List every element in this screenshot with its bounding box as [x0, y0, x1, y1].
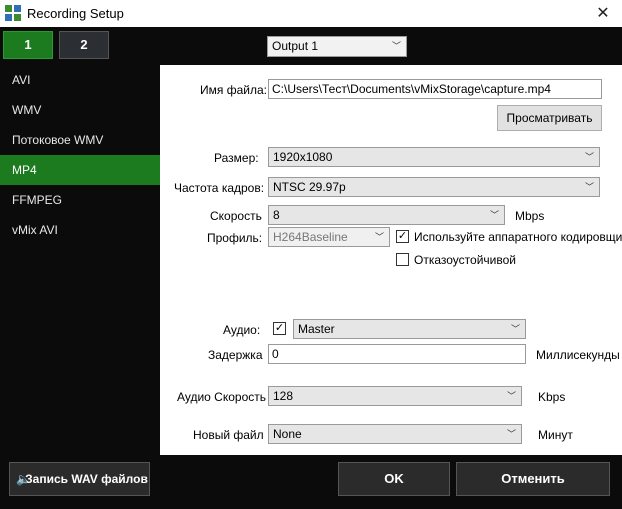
format-item-avi[interactable]: AVI [0, 65, 160, 95]
tab-output-1[interactable]: 1 [3, 31, 53, 59]
audio-source-value: Master [298, 322, 335, 336]
close-icon[interactable]: ✕ [584, 0, 622, 27]
bitrate-select[interactable]: 8 ﹀ [268, 205, 505, 225]
audio-bitrate-unit: Kbps [538, 390, 566, 404]
new-file-unit: Минут [538, 428, 573, 442]
audio-bitrate-select[interactable]: 128 ﹀ [268, 386, 522, 406]
chevron-down-icon: ﹀ [584, 152, 594, 162]
new-file-label: Новый файл [193, 428, 264, 442]
cancel-button[interactable]: Отменить [456, 462, 610, 496]
bitrate-label: Скорость [210, 209, 262, 223]
chevron-down-icon: ﹀ [506, 391, 516, 401]
chevron-down-icon: ﹀ [506, 429, 516, 439]
size-value: 1920x1080 [273, 150, 333, 164]
speaker-icon: 🔈 [16, 472, 31, 486]
record-wav-label: Запись WAV файлов [25, 472, 148, 486]
new-file-value: None [273, 427, 302, 441]
size-select[interactable]: 1920x1080 ﹀ [268, 147, 600, 167]
chevron-down-icon: ﹀ [391, 41, 401, 51]
record-wav-button[interactable]: 🔈 Запись WAV файлов [9, 462, 150, 496]
filename-label: Имя файла: [200, 83, 267, 97]
framerate-label: Частота кадров: [174, 181, 265, 195]
framerate-value: NTSC 29.97p [273, 180, 346, 194]
failsafe-label: Отказоустойчивой [414, 253, 516, 267]
audio-bitrate-label: Аудио Скорость [177, 390, 267, 404]
output-select-value: Output 1 [272, 39, 319, 53]
vmix-app-icon [5, 5, 21, 21]
chevron-down-icon: ﹀ [510, 324, 520, 334]
title-bar: Recording Setup ✕ [0, 0, 622, 27]
output-select[interactable]: Output 1 ﹀ [267, 36, 407, 57]
hw-encoder-checkbox[interactable]: ✓ [396, 230, 409, 243]
audio-checkbox[interactable]: ✓ [273, 322, 286, 335]
browse-button[interactable]: Просматривать [497, 105, 602, 131]
delay-unit: Миллисекунды [536, 348, 620, 362]
audio-label: Аудио: [223, 323, 261, 337]
chevron-down-icon: ﹀ [489, 210, 499, 220]
size-label: Размер: [214, 151, 259, 165]
filename-input[interactable]: C:\Users\Тест\Documents\vMixStorage\capt… [268, 79, 602, 99]
chevron-down-icon: ﹀ [584, 182, 594, 192]
ok-button[interactable]: OK [338, 462, 450, 496]
format-item-streaming-wmv[interactable]: Потоковое WMV [0, 125, 160, 155]
bitrate-value: 8 [273, 208, 280, 222]
settings-panel: Имя файла: C:\Users\Тест\Documents\vMixS… [160, 65, 622, 455]
format-item-mp4[interactable]: MP4 [0, 155, 160, 185]
framerate-select[interactable]: NTSC 29.97p ﹀ [268, 177, 600, 197]
format-item-wmv[interactable]: WMV [0, 95, 160, 125]
format-list: AVI WMV Потоковое WMV MP4 FFMPEG vMix AV… [0, 65, 160, 245]
hw-encoder-label: Используйте аппаратного кодировщика [414, 230, 622, 244]
window-title: Recording Setup [27, 6, 124, 21]
audio-source-select[interactable]: Master ﹀ [293, 319, 526, 339]
failsafe-checkbox[interactable] [396, 253, 409, 266]
delay-label: Задержка [208, 348, 263, 362]
profile-select[interactable]: H264Baseline ﹀ [268, 227, 390, 247]
profile-label: Профиль: [207, 231, 263, 245]
bitrate-unit: Mbps [515, 209, 545, 223]
format-item-vmix-avi[interactable]: vMix AVI [0, 215, 160, 245]
delay-input[interactable]: 0 [268, 344, 526, 364]
chevron-down-icon: ﹀ [374, 232, 384, 242]
format-item-ffmpeg[interactable]: FFMPEG [0, 185, 160, 215]
new-file-select[interactable]: None ﹀ [268, 424, 522, 444]
audio-bitrate-value: 128 [273, 389, 294, 403]
profile-value: H264Baseline [273, 230, 348, 244]
tab-output-2[interactable]: 2 [59, 31, 109, 59]
